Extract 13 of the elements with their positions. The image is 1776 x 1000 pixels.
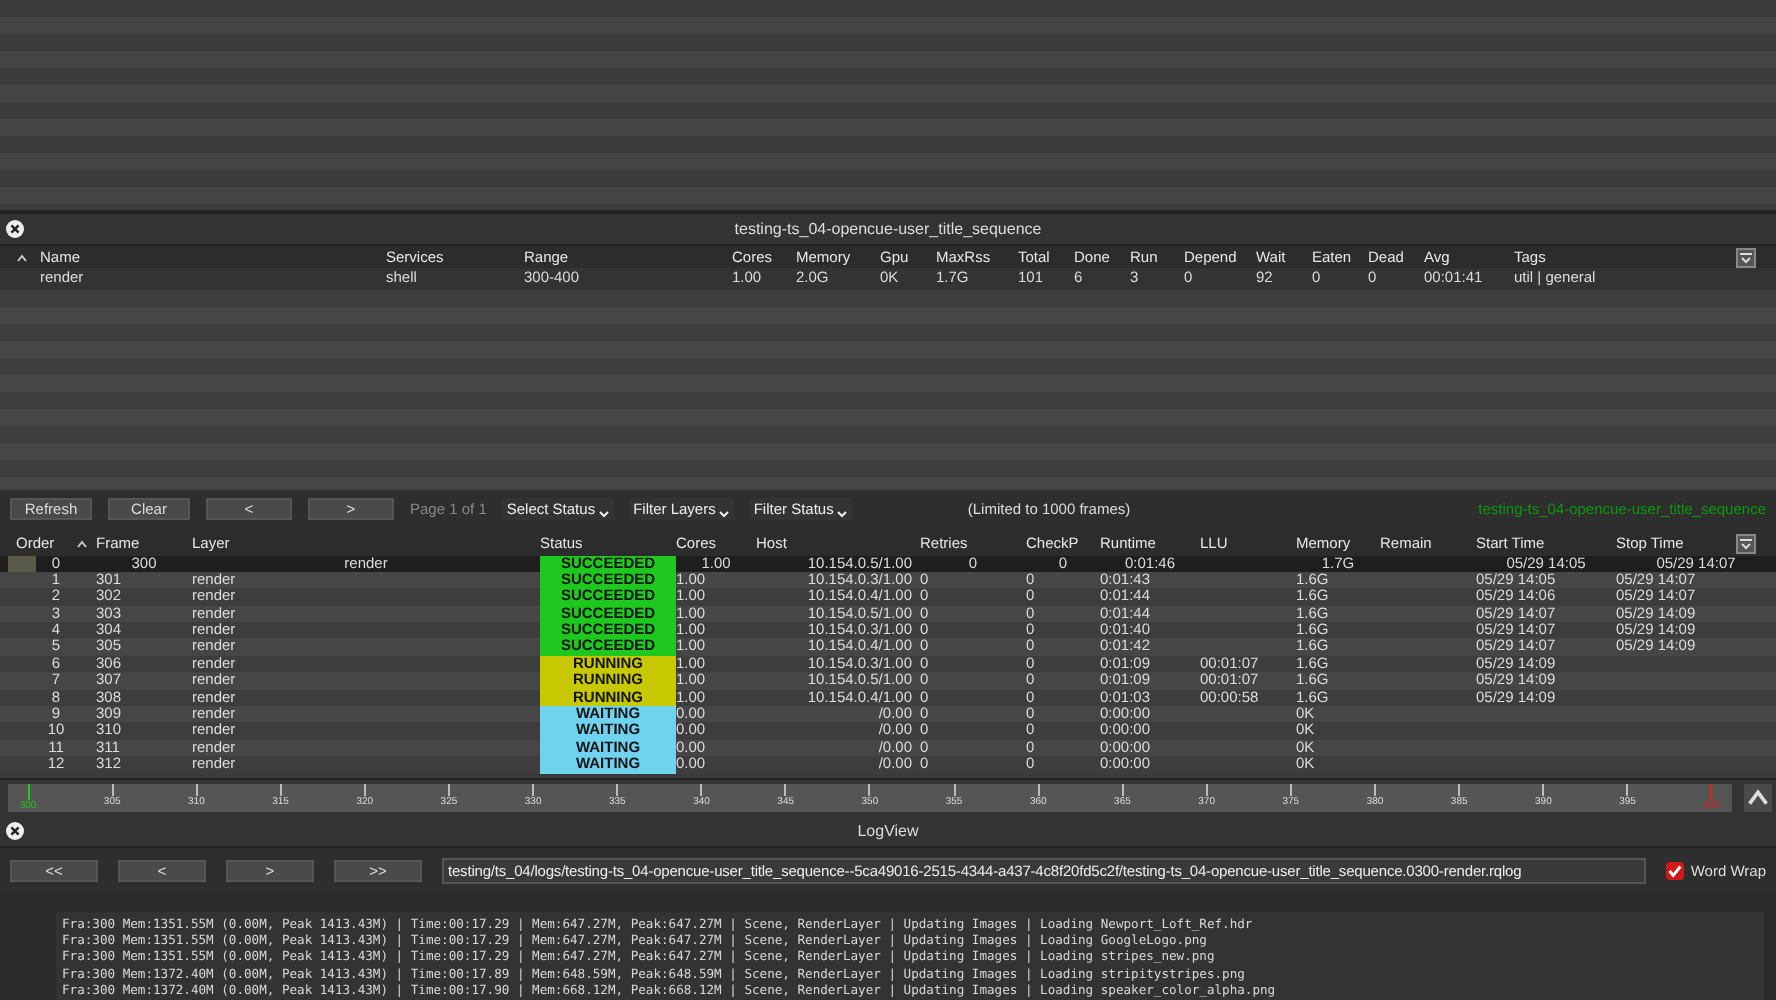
- column-chooser-icon[interactable]: [1736, 533, 1756, 554]
- word-wrap-checkbox[interactable]: [1666, 861, 1685, 880]
- caret-icon: [597, 510, 610, 519]
- panel-title: testing-ts_04-opencue-user_title_sequence: [734, 219, 1042, 238]
- sort-caret-icon: [16, 253, 28, 262]
- collapse-caret-icon[interactable]: [1744, 784, 1772, 813]
- close-icon[interactable]: [6, 822, 24, 841]
- column-chooser-icon[interactable]: [1736, 247, 1756, 268]
- sort-caret-icon: [76, 539, 88, 548]
- caret-icon: [835, 510, 848, 519]
- caret-icon: [717, 510, 730, 519]
- close-icon[interactable]: [6, 219, 24, 238]
- panel-title: LogView: [857, 822, 919, 841]
